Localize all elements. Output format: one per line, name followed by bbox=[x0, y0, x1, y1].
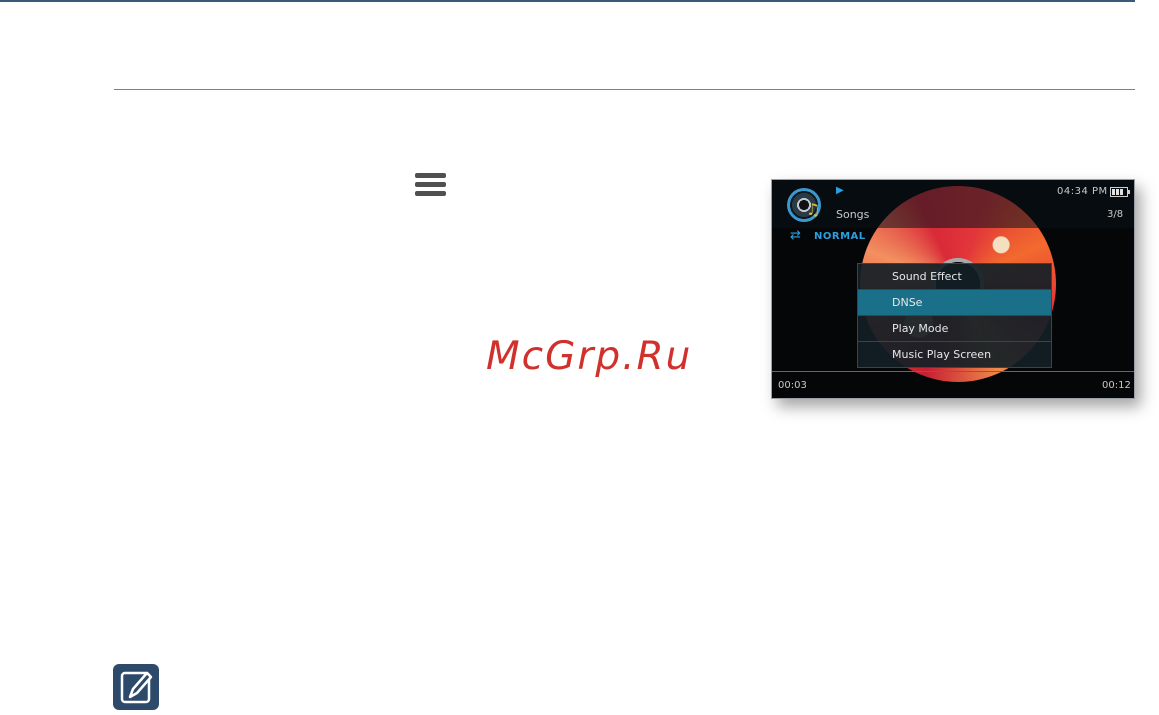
play-indicator-icon: ▶ bbox=[836, 185, 844, 196]
player-screen: ♫ ▶ 04:34 PM Songs 3/8 ⇄ NORMAL Sound Ef… bbox=[771, 179, 1135, 399]
note-pencil-icon bbox=[113, 664, 159, 710]
clock: 04:34 PM bbox=[1057, 186, 1108, 197]
battery-icon bbox=[1110, 187, 1130, 197]
repeat-icon: ⇄ bbox=[790, 228, 801, 243]
progress-line bbox=[772, 371, 1134, 372]
music-note-icon: ♫ bbox=[806, 200, 821, 219]
section-divider bbox=[114, 89, 1135, 90]
hamburger-menu-icon bbox=[415, 173, 446, 198]
menu-item-dnse[interactable]: DNSe bbox=[858, 290, 1051, 316]
track-count: 3/8 bbox=[1107, 209, 1124, 220]
context-menu: Sound Effect DNSe Play Mode Music Play S… bbox=[857, 263, 1052, 368]
menu-item-music-play-screen[interactable]: Music Play Screen bbox=[858, 342, 1051, 367]
menu-item-play-mode[interactable]: Play Mode bbox=[858, 316, 1051, 342]
watermark: McGrp.Ru bbox=[486, 334, 693, 379]
category-label: Songs bbox=[836, 208, 870, 221]
time-total: 00:12 bbox=[1102, 380, 1131, 391]
play-mode-label: NORMAL bbox=[814, 231, 866, 242]
time-elapsed: 00:03 bbox=[778, 380, 807, 391]
top-rule bbox=[0, 0, 1135, 2]
menu-item-sound-effect[interactable]: Sound Effect bbox=[858, 264, 1051, 290]
